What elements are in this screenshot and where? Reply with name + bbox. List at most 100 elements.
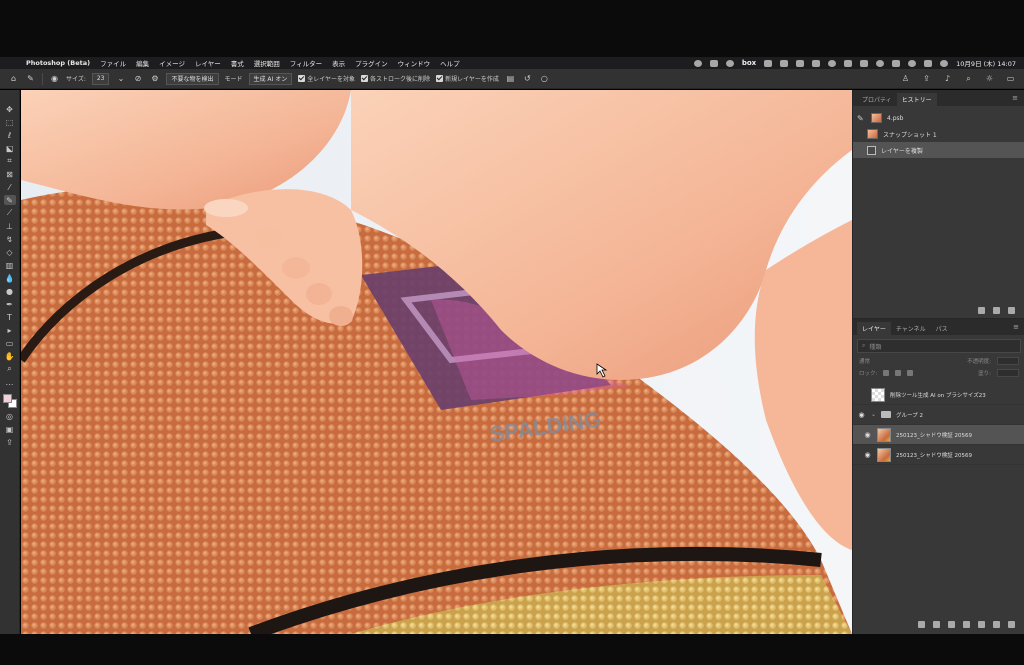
type-tool-icon[interactable]: T (4, 312, 16, 322)
window-icon[interactable] (860, 59, 869, 67)
lock-pixels-icon[interactable] (883, 370, 890, 376)
share-tool-icon[interactable]: ⇪ (4, 437, 16, 447)
brush-tool-icon[interactable]: ⟋ (4, 208, 16, 218)
trash-icon[interactable] (1008, 621, 1015, 628)
control-center-icon[interactable] (924, 59, 933, 67)
marquee-tool-icon[interactable]: ⬚ (4, 117, 16, 127)
menu-help[interactable]: ヘルプ (440, 58, 460, 68)
fx-icon[interactable] (933, 621, 940, 628)
history-state-duplicate-layer[interactable]: レイヤーを複製 (853, 142, 1024, 158)
tab-channels[interactable]: チャンネル (891, 322, 931, 335)
pen-tool-icon[interactable]: ✒ (4, 299, 16, 309)
more-tools-icon[interactable]: … (4, 377, 16, 387)
tab-paths[interactable]: パス (931, 322, 953, 335)
history-snapshot-doc[interactable]: ✎ 4.psb (853, 110, 1024, 126)
document-canvas[interactable]: SPALDING (21, 90, 852, 634)
move-tool-icon[interactable]: ✥ (4, 104, 16, 114)
panel-menu-icon[interactable]: ≡ (1012, 94, 1018, 102)
blur-tool-icon[interactable]: 💧 (4, 273, 16, 283)
comment-icon[interactable]: ▤ (505, 73, 516, 84)
remove-tool-icon[interactable]: ✎ (25, 73, 36, 84)
mask-icon[interactable] (948, 621, 955, 628)
new-layer-checkbox[interactable]: 新規レイヤーを作成 (436, 74, 499, 83)
color-swatches[interactable] (2, 394, 17, 408)
circle-icon[interactable]: ○ (539, 73, 550, 84)
new-layer-icon[interactable] (993, 621, 1000, 628)
share-icon[interactable]: ⇪ (921, 73, 932, 84)
size-input[interactable]: 23 (91, 72, 110, 85)
tab-history[interactable]: ヒストリー (896, 93, 937, 106)
battery-icon[interactable] (892, 59, 901, 67)
menu-filter[interactable]: フィルター (290, 58, 322, 68)
menu-window[interactable]: ウィンドウ (398, 58, 431, 68)
box-icon[interactable]: box (742, 59, 756, 67)
siri-icon[interactable] (940, 59, 949, 67)
quick-mask-icon[interactable]: ◎ (4, 411, 16, 421)
wifi-icon[interactable] (876, 59, 885, 67)
tab-properties[interactable]: プロパティ (857, 93, 897, 106)
remove-tool-icon[interactable]: ✎ (3, 195, 16, 205)
play-icon[interactable] (828, 59, 837, 67)
camera-icon[interactable] (993, 306, 1000, 314)
menu-select[interactable]: 選択範囲 (254, 58, 280, 68)
pressure-icon[interactable]: ⊘ (132, 73, 143, 84)
cloud-icon[interactable] (693, 59, 702, 67)
menu-plugins[interactable]: プラグイン (355, 58, 388, 68)
sample-all-layers-checkbox[interactable]: 全レイヤーを対象 (298, 74, 355, 83)
screen-icon[interactable] (709, 59, 718, 67)
lock-all-icon[interactable] (907, 370, 914, 376)
object-select-tool-icon[interactable]: ⬕ (4, 143, 16, 153)
panel-menu-icon[interactable]: ≡ (1013, 323, 1019, 331)
fill-input[interactable] (997, 369, 1019, 377)
detect-objects-button[interactable]: 不要な物を検出 (166, 72, 219, 85)
adjustment-icon[interactable] (963, 621, 970, 628)
user-icon[interactable]: ♙ (900, 73, 911, 84)
rectangle-tool-icon[interactable]: ▭ (4, 338, 16, 348)
keyboard-icon[interactable] (812, 59, 821, 67)
folder-icon[interactable] (978, 621, 985, 628)
layer-row[interactable]: ◉ 250123_シャドウ検証 20569 (853, 425, 1024, 445)
lightbulb-icon[interactable]: ☼ (984, 73, 995, 84)
visibility-eye-icon[interactable]: ◉ (857, 411, 866, 419)
history-brush-icon[interactable]: ✎ (857, 114, 866, 123)
remove-after-stroke-checkbox[interactable]: 各ストローク後に削除 (361, 74, 430, 83)
menu-layer[interactable]: レイヤー (195, 58, 221, 68)
trash-icon[interactable] (1008, 306, 1015, 314)
menu-view[interactable]: 表示 (332, 58, 345, 68)
menu-app-name[interactable]: Photoshop (Beta) (26, 59, 90, 67)
menu-edit[interactable]: 編集 (136, 58, 149, 68)
layer-filter[interactable]: ⌕ 種類 (857, 339, 1021, 353)
frame-tool-icon[interactable]: ⊠ (4, 169, 16, 179)
lock-position-icon[interactable] (895, 370, 902, 376)
lasso-tool-icon[interactable]: ℓ (4, 130, 16, 140)
home-icon[interactable]: ⌂ (8, 73, 19, 84)
eraser-tool-icon[interactable]: ◇ (4, 247, 16, 257)
headphones-icon[interactable] (725, 59, 734, 67)
volume-icon[interactable] (764, 59, 773, 67)
chevron-down-icon[interactable]: ⌄ (871, 411, 876, 418)
clock[interactable]: 10月9日 (木) 14:07 (956, 58, 1016, 68)
layer-row-group[interactable]: ◉ ⌄ グループ 2 (853, 405, 1024, 425)
brush-mode-icon[interactable]: ◉ (49, 73, 60, 84)
tab-layers[interactable]: レイヤー (857, 322, 891, 335)
bluetooth-icon[interactable] (780, 59, 789, 67)
crop-tool-icon[interactable]: ⌗ (4, 156, 16, 166)
layer-row[interactable]: ◉ 250123_シャドウ検証 20569 (853, 445, 1024, 465)
eyedropper-tool-icon[interactable]: ⁄ (4, 182, 16, 192)
mode-select[interactable]: 生成 AI オン (248, 72, 293, 85)
zoom-tool-icon[interactable]: ⌕ (4, 364, 16, 374)
menu-file[interactable]: ファイル (100, 58, 126, 68)
history-snapshot-1[interactable]: スナップショット 1 (853, 126, 1024, 142)
hand-tool-icon[interactable]: ✋ (4, 351, 16, 361)
link-icon[interactable] (918, 621, 925, 628)
new-document-icon[interactable] (978, 306, 985, 314)
screen-mode-icon[interactable]: ▣ (4, 424, 16, 434)
menu-type[interactable]: 書式 (231, 58, 244, 68)
sync-icon[interactable] (796, 59, 805, 67)
path-select-tool-icon[interactable]: ▸ (4, 325, 16, 335)
display-icon[interactable] (844, 59, 853, 67)
blend-mode-select[interactable]: 通常 (859, 357, 870, 365)
search-icon[interactable] (908, 59, 917, 67)
stamp-tool-icon[interactable]: ⊥ (4, 221, 16, 231)
layer-kind-select[interactable]: 種類 (869, 342, 881, 351)
